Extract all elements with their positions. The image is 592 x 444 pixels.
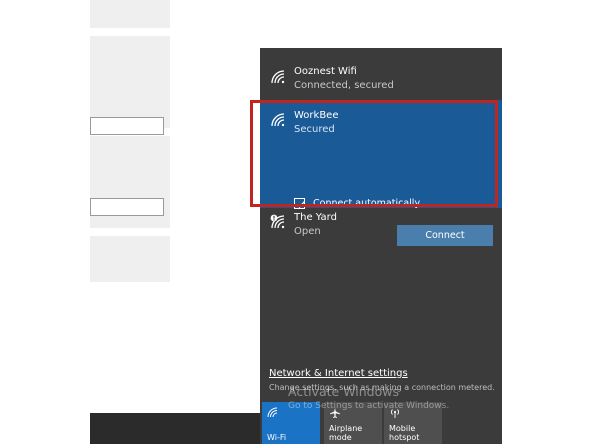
highlight-box <box>250 100 498 207</box>
wifi-icon <box>271 70 285 84</box>
activate-windows-watermark-subtitle: Go to Settings to activate Windows. <box>288 401 450 411</box>
background-input <box>90 117 164 135</box>
mobile-hotspot-label: Mobile hotspot <box>389 424 420 442</box>
activate-windows-watermark-title: Activate Windows <box>288 384 399 399</box>
background-panel <box>90 36 170 128</box>
background-input <box>90 198 164 216</box>
airplane-mode-label: Airplane mode <box>329 424 363 442</box>
wifi-icon <box>267 407 278 418</box>
network-settings-link[interactable]: Network & Internet settings <box>269 368 408 379</box>
background-panel <box>90 0 170 28</box>
network-item-ooznest[interactable]: Ooznest Wifi Connected, secured <box>260 66 502 96</box>
network-name: The Yard <box>294 212 337 223</box>
network-status: Connected, secured <box>294 80 394 91</box>
wifi-tile-label: Wi-Fi <box>267 433 287 442</box>
wifi-open-warning-icon <box>270 214 285 229</box>
network-item-the-yard[interactable]: The Yard Open <box>260 212 502 242</box>
network-name: Ooznest Wifi <box>294 66 357 77</box>
network-status: Open <box>294 226 321 237</box>
background-panel <box>90 236 170 282</box>
